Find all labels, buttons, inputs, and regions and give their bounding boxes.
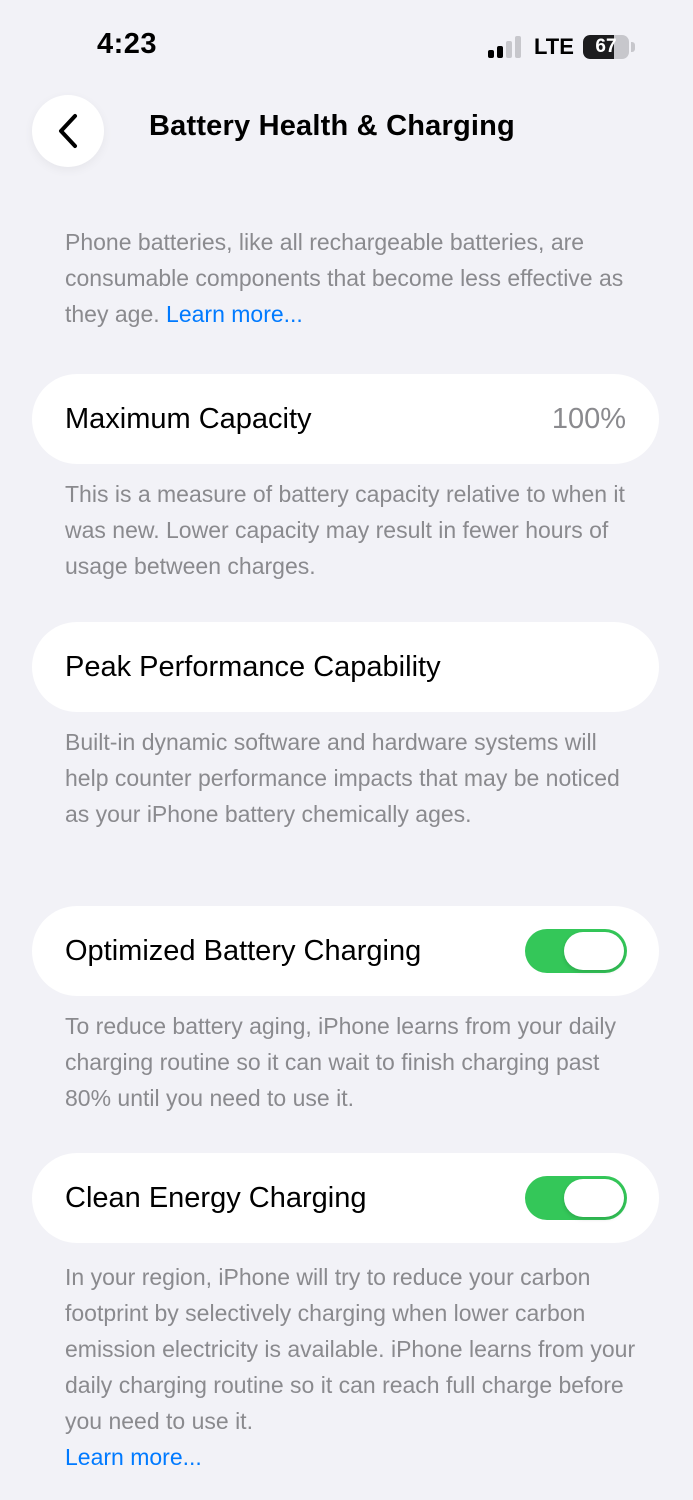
toggle-knob	[564, 1179, 624, 1217]
maximum-capacity-value: 100%	[551, 403, 626, 435]
network-type: LTE	[534, 34, 574, 59]
intro-text: Phone batteries, like all rechargeable b…	[65, 224, 640, 332]
optimized-charging-toggle[interactable]	[525, 929, 627, 973]
peak-performance-label: Peak Performance Capability	[65, 651, 441, 683]
clean-energy-description-text: In your region, iPhone will try to reduc…	[65, 1264, 636, 1434]
page-title: Battery Health & Charging	[149, 110, 515, 142]
maximum-capacity-description: This is a measure of battery capacity re…	[65, 481, 625, 579]
clean-energy-label: Clean Energy Charging	[65, 1182, 367, 1214]
clean-energy-description: In your region, iPhone will try to reduc…	[65, 1259, 640, 1475]
battery-tip	[631, 42, 635, 52]
back-button[interactable]	[32, 95, 104, 167]
peak-performance-row[interactable]: Peak Performance Capability	[32, 622, 659, 712]
optimized-charging-row: Optimized Battery Charging	[32, 906, 659, 996]
optimized-charging-label: Optimized Battery Charging	[65, 935, 422, 967]
cellular-signal-icon	[488, 36, 524, 58]
chevron-left-icon	[59, 114, 77, 148]
battery-icon: 67	[583, 35, 629, 59]
peak-performance-description: Built-in dynamic software and hardware s…	[65, 729, 620, 827]
optimized-charging-description: To reduce battery aging, iPhone learns f…	[65, 1013, 617, 1111]
toggle-knob	[564, 932, 624, 970]
intro-description: Phone batteries, like all rechargeable b…	[65, 229, 624, 327]
clean-energy-learn-more-link[interactable]: Learn more...	[65, 1439, 640, 1475]
maximum-capacity-label: Maximum Capacity	[65, 403, 312, 435]
learn-more-link[interactable]: Learn more...	[166, 301, 303, 327]
maximum-capacity-row: Maximum Capacity 100%	[32, 374, 659, 464]
clean-energy-row: Clean Energy Charging	[32, 1153, 659, 1243]
clean-energy-toggle[interactable]	[525, 1176, 627, 1220]
status-time: 4:23	[97, 28, 158, 60]
status-bar: 4:23 LTE 67	[0, 0, 693, 90]
battery-level: 67	[595, 36, 617, 57]
